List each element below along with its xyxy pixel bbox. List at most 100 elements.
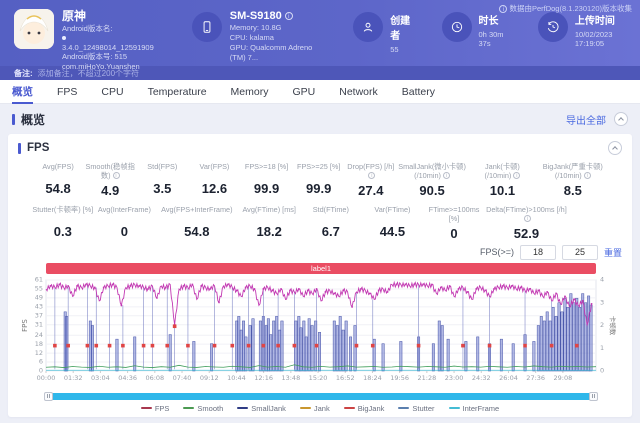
overview-section-header: 概览 导出全部 xyxy=(0,104,640,134)
device-name: SM-S9180 xyxy=(230,10,282,22)
tab-FPS[interactable]: FPS xyxy=(57,80,77,104)
fps-metrics-row-1: Avg(FPS)54.8Smooth(稳帧指数)i 4.9Std(FPS)3.5V… xyxy=(18,162,622,198)
perfdog-report-page: 原神 Android版本名: 3.4.0_12498014_12591909 A… xyxy=(0,0,640,423)
chart-label-bar[interactable]: label1 xyxy=(46,263,596,274)
metric-label: Avg(InterFrame) xyxy=(94,205,156,222)
metric-Var(FPS): Var(FPS) 12.6 xyxy=(188,162,240,198)
metric-Jank(卡顿): Jank(卡顿)(/10min)i10.1 xyxy=(467,162,537,198)
metric-value: 10.1 xyxy=(467,183,537,198)
collect-version-note: i数据由PerfDog(8.1.230120)版本收集 xyxy=(499,3,632,14)
tab-Battery[interactable]: Battery xyxy=(402,80,435,104)
metric-value: 90.5 xyxy=(397,183,467,198)
fps-threshold-input-1[interactable] xyxy=(520,245,556,260)
legend-item-SmallJank[interactable]: SmallJank xyxy=(237,404,286,413)
legend-color-dash xyxy=(183,407,194,409)
chart-scrollbar[interactable] xyxy=(46,393,596,400)
metric-FPS>=18 [%]: FPS>=18 [%]99.9 xyxy=(241,162,293,198)
info-icon[interactable]: i xyxy=(513,172,520,179)
android-build-line: Android版本号: 515 xyxy=(62,52,154,61)
metric-value: 44.5 xyxy=(362,224,424,239)
metric-Avg(InterFrame): Avg(InterFrame) 0 xyxy=(94,205,156,241)
android-version-value: 3.4.0_12498014_12591909 xyxy=(62,43,154,52)
tab-GPU[interactable]: GPU xyxy=(292,80,315,104)
duration-block: 时长 0h 30m 37s xyxy=(442,9,508,48)
scrollbar-right-handle[interactable] xyxy=(589,392,598,401)
metric-Avg(FTime) [ms]: Avg(FTime) [ms] 18.2 xyxy=(238,205,300,241)
legend-item-Jank[interactable]: Jank xyxy=(300,404,330,413)
metric-value: 0.3 xyxy=(32,224,94,239)
tab-Temperature[interactable]: Temperature xyxy=(148,80,207,104)
device-block: SM-S9180i Memory: 10.8G CPU: kalama GPU:… xyxy=(192,9,323,62)
metric-label: Stutter(卡顿率) [%] xyxy=(32,205,94,222)
legend-item-FPS[interactable]: FPS xyxy=(141,404,170,413)
chevron-up-icon xyxy=(612,146,618,152)
metric-label: Var(FTime) xyxy=(362,205,424,222)
legend-color-dash xyxy=(300,407,311,409)
metric-label: FTime>=100ms [%] xyxy=(423,205,485,224)
info-icon[interactable]: i xyxy=(368,172,375,179)
metric-value: 6.7 xyxy=(300,224,362,239)
tab-概览[interactable]: 概览 xyxy=(12,80,33,104)
metric-value: 52.9 xyxy=(485,226,568,241)
metric-tabs: 概览 FPS CPU Temperature Memory GPU Network Batte… xyxy=(0,80,640,104)
upload-time-value: 10/02/2023 17:19:05 xyxy=(575,30,630,48)
info-icon[interactable]: i xyxy=(524,215,531,222)
duration-label: 时长 xyxy=(479,12,508,27)
clock-icon xyxy=(442,12,472,42)
metric-SmallJank(微小卡顿): SmallJank(微小卡顿)(/10min)i90.5 xyxy=(397,162,467,198)
title-accent-bar xyxy=(12,114,15,125)
export-all-link[interactable]: 导出全部 xyxy=(566,112,606,127)
info-icon[interactable]: i xyxy=(113,172,120,179)
version-dot-icon xyxy=(62,36,66,40)
device-info-icon[interactable]: i xyxy=(285,12,293,20)
metric-value: 0 xyxy=(94,224,156,239)
fps-chart-canvas[interactable] xyxy=(18,275,618,393)
metric-label: Avg(FTime) [ms] xyxy=(238,205,300,222)
legend-color-dash xyxy=(449,407,460,409)
legend-color-dash xyxy=(141,407,152,409)
metric-label: Var(FPS) xyxy=(188,162,240,179)
fps-panel-title: FPS xyxy=(27,142,49,154)
metric-value: 27.4 xyxy=(345,183,397,198)
metric-value: 54.8 xyxy=(155,224,238,239)
collapse-section-button[interactable] xyxy=(614,112,628,126)
metric-value: 18.2 xyxy=(238,224,300,239)
metric-Avg(FPS): Avg(FPS)54.8 xyxy=(32,162,84,198)
fps-threshold-controls: FPS(>=) 重置 xyxy=(18,245,622,260)
device-memory: Memory: 10.8G xyxy=(230,23,323,33)
legend-item-BigJank[interactable]: BigJank xyxy=(344,404,385,413)
overview-title: 概览 xyxy=(21,111,45,128)
collapse-fps-panel-button[interactable] xyxy=(608,141,622,155)
metric-value: 4.9 xyxy=(84,183,136,198)
metric-Std(FPS): Std(FPS)3.5 xyxy=(136,162,188,198)
tab-CPU[interactable]: CPU xyxy=(101,80,123,104)
metric-value: 99.9 xyxy=(241,181,293,196)
creator-block: 创建者 55 xyxy=(353,9,411,54)
chart-legend: FPS Smooth SmallJank Jank BigJank Stutter Inte… xyxy=(18,404,622,413)
info-icon[interactable]: i xyxy=(443,172,450,179)
metric-label: Smooth(稳帧指数)i xyxy=(84,162,136,181)
metric-Delta(FTime)>100ms [/h]: Delta(FTime)>100ms [/h]i52.9 xyxy=(485,205,568,241)
tab-Network[interactable]: Network xyxy=(339,80,378,104)
metric-label: FPS>=25 [%] xyxy=(293,162,345,179)
legend-item-Smooth[interactable]: Smooth xyxy=(183,404,223,413)
android-version-line: 3.4.0_12498014_12591909 xyxy=(62,33,154,52)
reset-link[interactable]: 重置 xyxy=(604,246,622,259)
legend-item-Stutter[interactable]: Stutter xyxy=(398,404,434,413)
metric-Drop(FPS) [/h]: Drop(FPS) [/h]i27.4 xyxy=(345,162,397,198)
phone-icon xyxy=(192,12,222,42)
legend-color-dash xyxy=(398,407,409,409)
info-icon: i xyxy=(499,5,507,13)
fps-panel-card: FPS Avg(FPS)54.8Smooth(稳帧指数)i 4.9Std(FPS)… xyxy=(8,134,632,417)
info-icon[interactable]: i xyxy=(584,172,591,179)
fps-threshold-label: FPS(>=) xyxy=(480,247,514,257)
title-accent-bar xyxy=(18,143,21,154)
fps-threshold-input-2[interactable] xyxy=(562,245,598,260)
metric-FTime>=100ms [%]: FTime>=100ms [%]0 xyxy=(423,205,485,241)
app-block: 原神 Android版本名: 3.4.0_12498014_12591909 A… xyxy=(14,9,154,71)
scrollbar-left-handle[interactable] xyxy=(44,392,53,401)
metric-value: 8.5 xyxy=(538,183,608,198)
tab-Memory[interactable]: Memory xyxy=(231,80,269,104)
metric-value: 12.6 xyxy=(188,181,240,196)
legend-item-InterFrame[interactable]: InterFrame xyxy=(449,404,500,413)
